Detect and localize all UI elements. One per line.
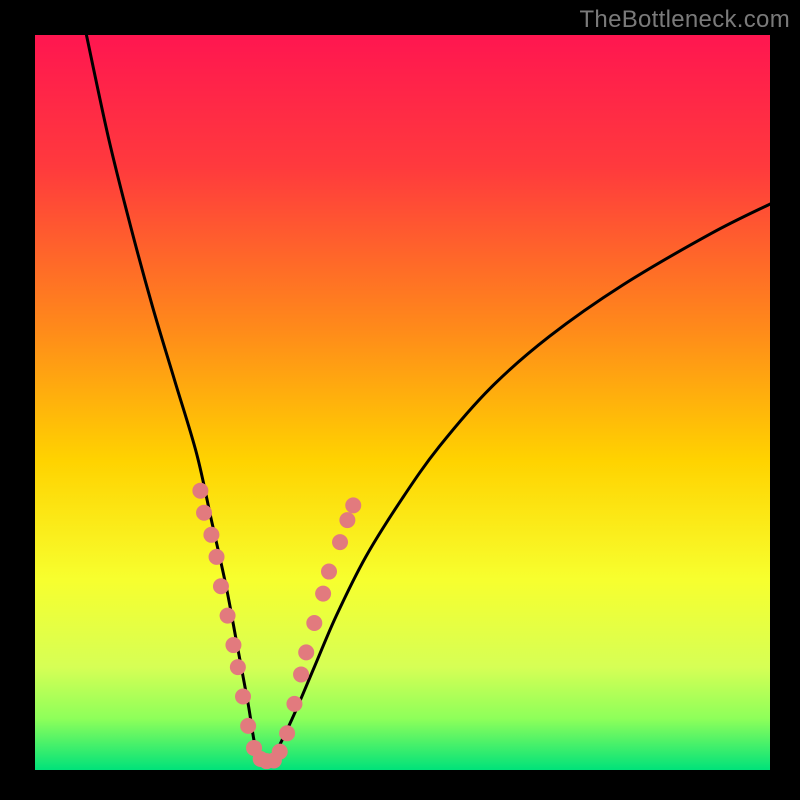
curve-marker	[332, 534, 348, 550]
curve-markers	[192, 483, 361, 769]
curve-marker	[192, 483, 208, 499]
curve-marker	[279, 725, 295, 741]
chart-container: TheBottleneck.com	[0, 0, 800, 800]
curve-marker	[293, 666, 309, 682]
curve-layer	[35, 35, 770, 770]
curve-marker	[203, 527, 219, 543]
curve-marker	[240, 718, 256, 734]
curve-marker	[225, 637, 241, 653]
curve-marker	[196, 505, 212, 521]
curve-marker	[230, 659, 246, 675]
curve-marker	[298, 644, 314, 660]
curve-marker	[286, 696, 302, 712]
curve-marker	[339, 512, 355, 528]
plot-area	[35, 35, 770, 770]
watermark-label: TheBottleneck.com	[579, 6, 790, 34]
curve-marker	[213, 578, 229, 594]
curve-marker	[315, 586, 331, 602]
curve-marker	[235, 689, 251, 705]
curve-marker	[345, 497, 361, 513]
curve-marker	[306, 615, 322, 631]
bottleneck-curve	[86, 35, 770, 763]
curve-marker	[209, 549, 225, 565]
curve-marker	[220, 608, 236, 624]
curve-marker	[321, 564, 337, 580]
curve-marker	[272, 744, 288, 760]
